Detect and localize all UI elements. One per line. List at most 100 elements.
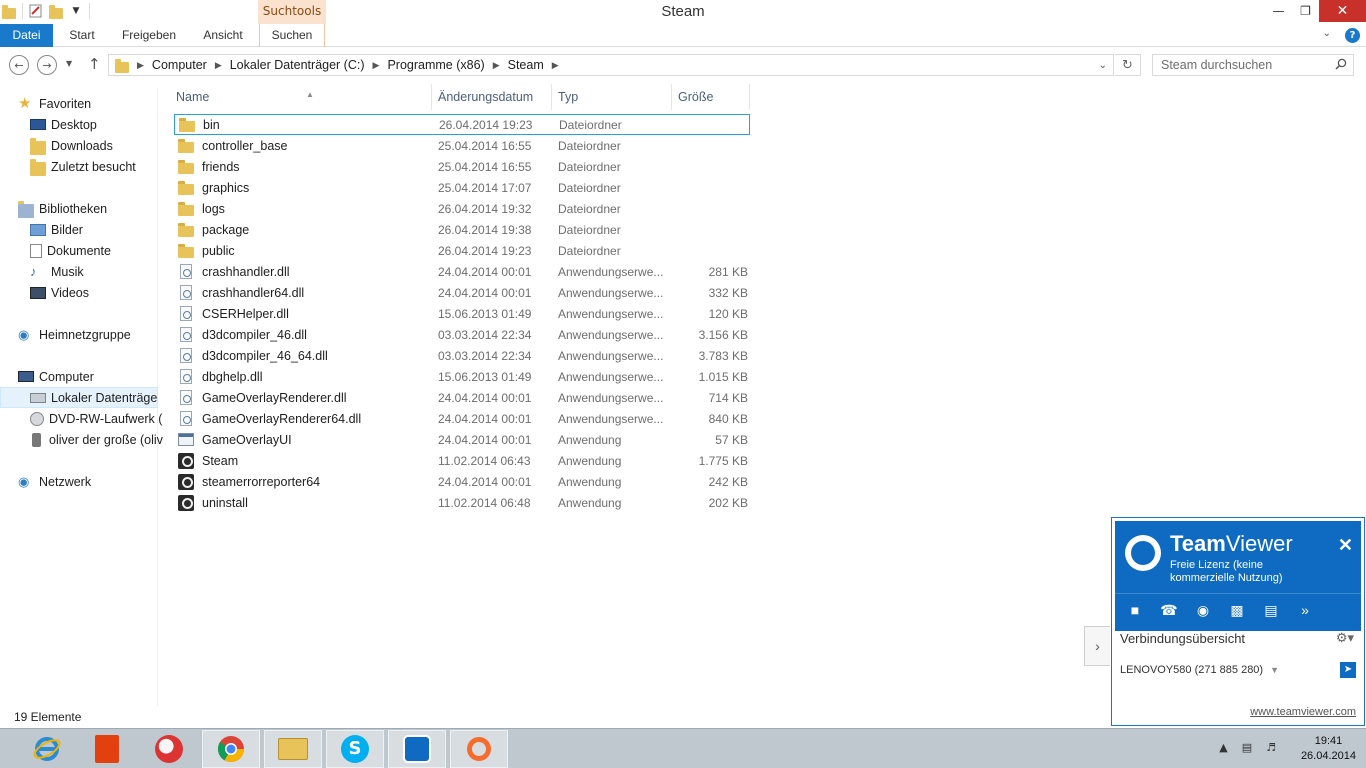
taskbar-file-explorer[interactable] bbox=[264, 730, 322, 768]
steam-app-icon bbox=[178, 452, 194, 469]
tab-view[interactable]: Ansicht bbox=[195, 24, 251, 47]
breadcrumb-separator[interactable]: ▶ bbox=[137, 60, 144, 71]
taskbar-origin[interactable] bbox=[450, 730, 508, 768]
nav-label: Lokaler Datenträger bbox=[51, 390, 158, 405]
network-status-icon[interactable]: ▤ bbox=[1242, 741, 1252, 754]
file-row[interactable]: friends 25.04.2014 16:55 Dateiordner bbox=[174, 156, 750, 177]
search-input[interactable]: Steam durchsuchen bbox=[1152, 54, 1354, 76]
file-row[interactable]: GameOverlayRenderer.dll 24.04.2014 00:01 A… bbox=[174, 387, 750, 408]
file-row[interactable]: graphics 25.04.2014 17:07 Dateiordner bbox=[174, 177, 750, 198]
chat-icon[interactable]: ▩ bbox=[1227, 601, 1247, 619]
taskbar-teamviewer[interactable] bbox=[388, 730, 446, 768]
more-actions-icon[interactable]: » bbox=[1295, 601, 1315, 619]
file-row[interactable]: bin 26.04.2014 19:23 Dateiordner bbox=[174, 114, 750, 135]
file-row[interactable]: Steam 11.02.2014 06:43 Anwendung 1.775 KB bbox=[174, 450, 750, 471]
forward-button[interactable]: → bbox=[37, 55, 57, 75]
teamviewer-close-icon[interactable]: ✕ bbox=[1338, 535, 1353, 556]
steam-app-icon bbox=[178, 494, 194, 511]
file-row[interactable]: uninstall 11.02.2014 06:48 Anwendung 202 KB bbox=[174, 492, 750, 513]
breadcrumb-separator[interactable]: ▶ bbox=[552, 60, 559, 71]
system-tray: ▲ ▤ ♬ bbox=[1219, 741, 1276, 754]
file-row[interactable]: dbghelp.dll 15.06.2013 01:49 Anwendungserw… bbox=[174, 366, 750, 387]
file-row[interactable]: d3dcompiler_46_64.dll 03.03.2014 22:34 Anw… bbox=[174, 345, 750, 366]
tab-file[interactable]: Datei bbox=[0, 24, 53, 47]
column-header-name[interactable]: Name ▲ bbox=[170, 84, 432, 110]
file-date: 24.04.2014 00:01 bbox=[438, 432, 532, 447]
steam-app-icon bbox=[178, 473, 194, 490]
column-header-size[interactable]: Größe bbox=[672, 84, 750, 110]
music-icon: ♪ bbox=[30, 263, 37, 279]
partner-dropdown-icon[interactable]: ▼ bbox=[1270, 665, 1279, 675]
nav-favorites[interactable]: ★ Favoriten bbox=[18, 93, 176, 114]
file-date: 24.04.2014 00:01 bbox=[438, 390, 532, 405]
file-row[interactable]: GameOverlayRenderer64.dll 24.04.2014 00:0… bbox=[174, 408, 750, 429]
help-icon[interactable]: ? bbox=[1345, 28, 1360, 43]
taskbar-internet-explorer[interactable] bbox=[18, 730, 76, 768]
recent-places-icon bbox=[30, 158, 46, 176]
file-row[interactable]: crashhandler64.dll 24.04.2014 00:01 Anwend… bbox=[174, 282, 750, 303]
nav-label: Zuletzt besucht bbox=[51, 159, 136, 174]
tab-share[interactable]: Freigeben bbox=[115, 24, 183, 47]
taskbar-office[interactable] bbox=[78, 730, 136, 768]
headset-icon[interactable]: ◉ bbox=[1193, 601, 1213, 619]
file-row[interactable]: logs 26.04.2014 19:32 Dateiordner bbox=[174, 198, 750, 219]
refresh-button[interactable]: ↻ bbox=[1115, 54, 1141, 76]
file-row[interactable]: CSERHelper.dll 15.06.2013 01:49 Anwendungs… bbox=[174, 303, 750, 324]
taskbar-clock[interactable]: 19:41 26.04.2014 bbox=[1301, 734, 1356, 764]
file-row[interactable]: steamerrorreporter64 24.04.2014 00:01 Anwe… bbox=[174, 471, 750, 492]
file-row[interactable]: GameOverlayUI 24.04.2014 00:01 Anwendung 57… bbox=[174, 429, 750, 450]
file-row[interactable]: controller_base 25.04.2014 16:55 Dateiordn… bbox=[174, 135, 750, 156]
taskbar-skype[interactable]: S bbox=[326, 730, 384, 768]
taskbar-paint[interactable] bbox=[140, 730, 198, 768]
breadcrumb-computer[interactable]: Computer bbox=[152, 58, 207, 72]
nav-libraries[interactable]: Bibliotheken bbox=[18, 198, 176, 219]
breadcrumb-program-files[interactable]: Programme (x86) bbox=[387, 58, 484, 72]
file-type: Anwendungserwe... bbox=[558, 327, 664, 342]
teamviewer-website-link[interactable]: www.teamviewer.com bbox=[1250, 706, 1356, 718]
nav-homegroup[interactable]: ◉ Heimnetzgruppe bbox=[18, 324, 176, 345]
nav-network[interactable]: ◉ Netzwerk bbox=[18, 471, 176, 492]
breadcrumb-separator[interactable]: ▶ bbox=[493, 60, 500, 71]
file-size: 120 KB bbox=[708, 306, 748, 321]
computer-icon bbox=[18, 371, 34, 382]
restore-button[interactable]: ❐ bbox=[1292, 0, 1319, 22]
customize-dropdown-icon[interactable]: ▼ bbox=[69, 4, 83, 18]
close-button[interactable]: ✕ bbox=[1319, 0, 1366, 22]
file-row[interactable]: package 26.04.2014 19:38 Dateiordner bbox=[174, 219, 750, 240]
new-folder-icon[interactable] bbox=[49, 4, 63, 19]
minimize-button[interactable]: — bbox=[1265, 0, 1292, 22]
teamviewer-expand-button[interactable]: › bbox=[1084, 626, 1110, 666]
back-button[interactable]: ← bbox=[9, 55, 29, 75]
recent-locations-dropdown-icon[interactable]: ▼ bbox=[66, 59, 72, 68]
show-hidden-icons-icon[interactable]: ▲ bbox=[1219, 741, 1227, 754]
nav-local-disk[interactable]: Lokaler Datenträger bbox=[0, 387, 158, 408]
file-row[interactable]: public 26.04.2014 19:23 Dateiordner bbox=[174, 240, 750, 261]
breadcrumb-separator[interactable]: ▶ bbox=[373, 60, 380, 71]
taskbar-chrome[interactable] bbox=[202, 730, 260, 768]
volume-icon[interactable]: ♬ bbox=[1266, 741, 1276, 754]
teamviewer-partner-entry[interactable]: LENOVOY580 (271 885 280) ▼ bbox=[1120, 664, 1279, 676]
teamviewer-connect-button[interactable]: ➤ bbox=[1340, 662, 1356, 678]
phone-call-icon[interactable]: ☎ bbox=[1159, 601, 1179, 619]
nav-computer[interactable]: Computer bbox=[18, 366, 176, 387]
up-arrow-icon[interactable]: ↑ bbox=[88, 55, 101, 73]
gear-icon[interactable]: ⚙▾ bbox=[1336, 630, 1354, 646]
column-header-date[interactable]: Änderungsdatum bbox=[432, 84, 552, 110]
address-bar[interactable]: ▶ Computer ▶ Lokaler Datenträger (C:) ▶ … bbox=[108, 54, 1114, 76]
address-history-dropdown-icon[interactable]: ⌄ bbox=[1099, 60, 1107, 71]
file-row[interactable]: crashhandler.dll 24.04.2014 00:01 Anwendun… bbox=[174, 261, 750, 282]
breadcrumb-separator[interactable]: ▶ bbox=[215, 60, 222, 71]
teamviewer-connection-overview: Verbindungsübersicht bbox=[1120, 631, 1246, 646]
file-name: graphics bbox=[202, 180, 250, 195]
tab-start[interactable]: Start bbox=[60, 24, 104, 47]
expand-ribbon-icon[interactable]: ⌄ bbox=[1323, 28, 1331, 43]
video-camera-icon[interactable]: ■ bbox=[1125, 601, 1145, 619]
file-name-cell: Steam bbox=[174, 452, 438, 469]
breadcrumb-steam[interactable]: Steam bbox=[508, 58, 544, 72]
files-icon[interactable]: ▤ bbox=[1261, 601, 1281, 619]
properties-icon[interactable] bbox=[29, 4, 43, 18]
file-row[interactable]: d3dcompiler_46.dll 03.03.2014 22:34 Anwend… bbox=[174, 324, 750, 345]
column-header-type[interactable]: Typ bbox=[552, 84, 672, 110]
tab-search[interactable]: Suchen bbox=[259, 24, 325, 47]
breadcrumb-local-disk[interactable]: Lokaler Datenträger (C:) bbox=[230, 58, 365, 72]
